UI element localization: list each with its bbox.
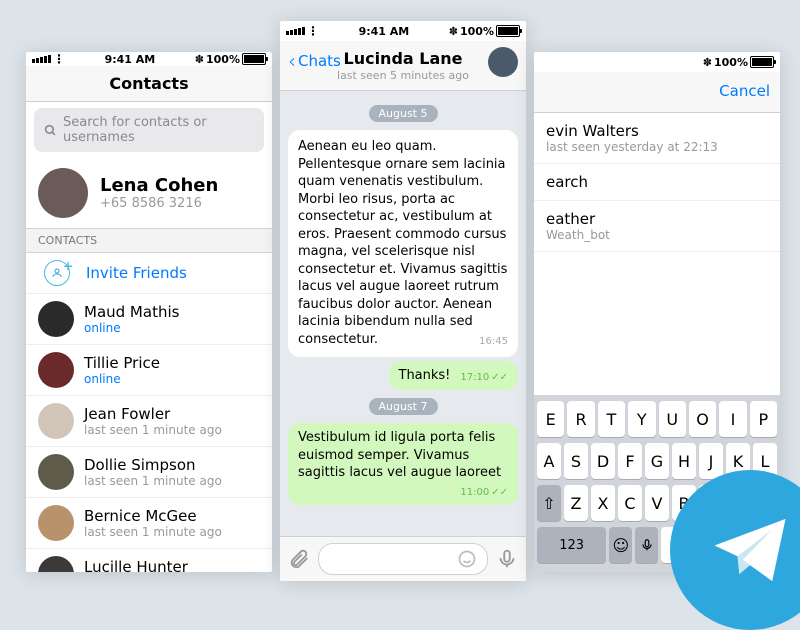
cancel-button[interactable]: Cancel <box>719 82 770 100</box>
nav-header: Contacts <box>26 66 272 102</box>
emoji-key[interactable]: ☺ <box>609 527 632 563</box>
contact-row[interactable]: Lucille Hunterlast seen 1 minute ago <box>26 549 272 572</box>
key[interactable]: Y <box>628 401 655 437</box>
status-bar: ⋮ 9:41 AM ✽100% <box>26 52 272 66</box>
key[interactable]: S <box>564 443 588 479</box>
battery: 100% <box>206 53 240 66</box>
nav-header: Cancel <box>534 72 780 113</box>
key[interactable]: A <box>537 443 561 479</box>
key[interactable]: R <box>567 401 594 437</box>
contacts-screen: ⋮ 9:41 AM ✽100% Contacts Search for cont… <box>26 52 272 572</box>
attach-icon[interactable] <box>288 548 310 570</box>
chevron-left-icon: ‹ <box>288 49 296 73</box>
contact-row[interactable]: Dollie Simpsonlast seen 1 minute ago <box>26 447 272 498</box>
message-input[interactable] <box>318 543 488 575</box>
status-bar: ✽100% <box>534 52 780 72</box>
key[interactable]: J <box>699 443 723 479</box>
invite-icon <box>44 260 70 286</box>
key[interactable]: O <box>689 401 716 437</box>
key[interactable]: T <box>598 401 625 437</box>
avatar <box>38 454 74 490</box>
search-icon <box>44 124 57 137</box>
profile-row[interactable]: Lena Cohen +65 8586 3216 <box>26 158 272 228</box>
avatar <box>38 556 74 572</box>
key[interactable]: V <box>645 485 669 521</box>
page-title: Contacts <box>36 74 262 93</box>
shift-key[interactable]: ⇧ <box>537 485 561 521</box>
key[interactable]: P <box>750 401 777 437</box>
timestamp: 16:45 <box>479 335 508 349</box>
avatar <box>38 352 74 388</box>
contact-row[interactable]: Bernice McGeelast seen 1 minute ago <box>26 498 272 549</box>
section-header: CONTACTS <box>26 228 272 253</box>
search-result-row[interactable]: eatherWeath_bot <box>534 201 780 252</box>
contact-row[interactable]: Jean Fowlerlast seen 1 minute ago <box>26 396 272 447</box>
key[interactable]: F <box>618 443 642 479</box>
key[interactable]: U <box>659 401 686 437</box>
outgoing-message[interactable]: Thanks!17:10✓✓ <box>389 361 519 391</box>
invite-friends[interactable]: Invite Friends <box>26 253 272 294</box>
numbers-key[interactable]: 123 <box>537 527 606 563</box>
contact-row[interactable]: Maud Mathisonline <box>26 294 272 345</box>
avatar <box>38 403 74 439</box>
key[interactable]: G <box>645 443 669 479</box>
key[interactable]: E <box>537 401 564 437</box>
message-input-bar <box>280 536 526 581</box>
read-check-icon: ✓✓ <box>491 372 508 383</box>
date-separator: August 7 <box>369 398 438 415</box>
mic-key[interactable] <box>635 527 658 563</box>
profile-name: Lena Cohen <box>100 175 218 196</box>
search-placeholder: Search for contacts or usernames <box>63 115 254 145</box>
outgoing-message[interactable]: Vestibulum id ligula porta felis euismod… <box>288 423 518 505</box>
search-result-row[interactable]: evin Walterslast seen yesterday at 22:13 <box>534 113 780 164</box>
avatar <box>38 505 74 541</box>
contact-row[interactable]: Tillie Priceonline <box>26 345 272 396</box>
search-input[interactable]: Search for contacts or usernames <box>34 108 264 152</box>
key[interactable]: D <box>591 443 615 479</box>
chat-screen: ⋮ 9:41 AM ✽100% ‹Chats Lucinda Lane last… <box>280 21 526 581</box>
key[interactable]: X <box>591 485 615 521</box>
avatar[interactable] <box>488 47 518 77</box>
time: 9:41 AM <box>359 25 410 38</box>
key[interactable]: Z <box>564 485 588 521</box>
status-bar: ⋮ 9:41 AM ✽100% <box>280 21 526 41</box>
nav-header: ‹Chats Lucinda Lane last seen 5 minutes … <box>280 41 526 91</box>
date-separator: August 5 <box>369 105 438 122</box>
back-button[interactable]: ‹Chats <box>288 49 341 73</box>
chat-body: August 5 Aenean eu leo quam. Pellentesqu… <box>280 91 526 536</box>
avatar <box>38 301 74 337</box>
time: 9:41 AM <box>105 53 156 66</box>
avatar <box>38 168 88 218</box>
key[interactable]: I <box>719 401 746 437</box>
sticker-icon[interactable] <box>457 549 477 569</box>
incoming-message[interactable]: Aenean eu leo quam. Pellentesque ornare … <box>288 130 518 357</box>
key[interactable]: H <box>672 443 696 479</box>
search-result-row[interactable]: earch <box>534 164 780 201</box>
read-check-icon: ✓✓ <box>491 487 508 498</box>
key[interactable]: C <box>618 485 642 521</box>
key-row: ERTYUOIP <box>537 401 777 437</box>
mic-icon[interactable] <box>496 548 518 570</box>
profile-phone: +65 8586 3216 <box>100 196 218 211</box>
